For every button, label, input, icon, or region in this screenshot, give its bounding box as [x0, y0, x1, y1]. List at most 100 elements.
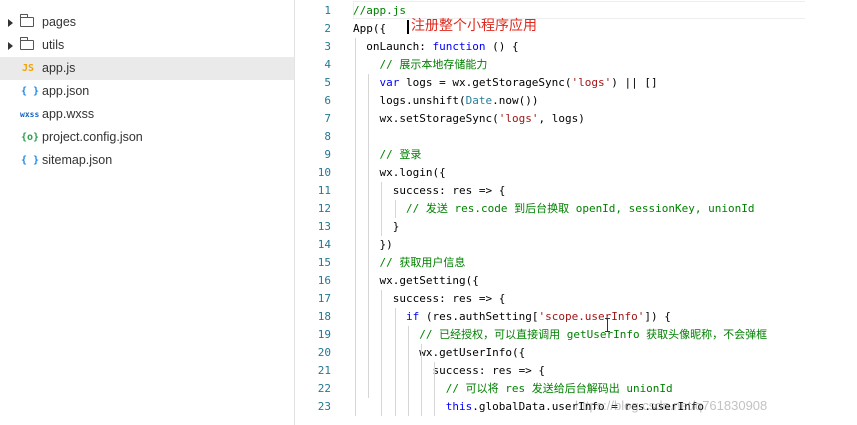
code-line: // 发送 res.code 到后台换取 openId, sessionKey,…: [353, 200, 755, 218]
line-number: 4: [324, 58, 331, 71]
tree-item[interactable]: {o} project.config.json: [0, 126, 294, 149]
code-line: App({: [353, 20, 386, 38]
tree-item-label: project.config.json: [42, 130, 143, 144]
code-line: }: [353, 218, 400, 236]
indent-guide: [421, 344, 423, 416]
code-token: // 可以将 res 发送给后台解码出 unionId: [353, 382, 673, 395]
line-number: 22: [317, 382, 331, 395]
line-number: 3: [324, 40, 331, 53]
tree-item-label: sitemap.json: [42, 153, 113, 167]
indent-guide: [394, 308, 396, 416]
code-token: // 展示本地存储能力: [353, 58, 488, 71]
line-number: 9: [324, 148, 331, 161]
file-type-icon: wxss: [20, 110, 40, 119]
tree-item-label: utils: [42, 38, 65, 52]
code-token: wx.setStorageSync(: [353, 112, 499, 125]
line-number: 5: [324, 76, 331, 89]
code-line: wx.getSetting({: [353, 272, 479, 290]
indent-guide: [381, 290, 383, 416]
code-token: wx.login({: [353, 166, 446, 179]
code-token: }): [353, 238, 393, 251]
line-number: 19: [317, 328, 331, 341]
code-line: //app.js: [353, 2, 406, 20]
code-line: // 展示本地存储能力: [353, 56, 487, 74]
code-line: // 登录: [353, 146, 421, 164]
folder-icon: [20, 37, 34, 50]
line-number: 20: [317, 346, 331, 359]
chevron-right-icon[interactable]: [8, 19, 13, 27]
indent-guide: [394, 200, 396, 218]
tree-item-label: app.json: [42, 84, 90, 98]
file-type-icon: {o}: [21, 132, 40, 143]
code-line: wx.setStorageSync('logs', logs): [353, 110, 584, 128]
code-token: if: [353, 310, 420, 323]
code-token: // 获取用户信息: [353, 256, 466, 269]
line-number: 16: [317, 274, 331, 287]
code-token: () {: [485, 40, 519, 53]
code-line: success: res => {: [353, 182, 506, 200]
indent-guide: [355, 38, 356, 416]
line-number: 18: [317, 310, 331, 323]
code-token: Date: [465, 94, 493, 107]
code-token: //app.js: [353, 4, 406, 17]
code-editor[interactable]: 1 2 3 4 5 6 7 8 9 10 11 12 13 14 15 16 17 18 19 20 21 22 23 //…: [295, 0, 857, 425]
chevron-right-icon[interactable]: [8, 42, 13, 50]
watermark: https://blog.csdn.net/q761830908: [575, 398, 768, 413]
code-line: if (res.authSetting['scope.userInfo']) {: [353, 308, 671, 326]
line-number: 17: [317, 292, 331, 305]
code-token: logs = wx.getStorageSync(: [399, 76, 572, 89]
code-token: onLaunch:: [353, 40, 433, 53]
tree-item-label: pages: [42, 15, 77, 29]
code-token: 'logs': [571, 76, 612, 89]
tree-item[interactable]: wxss app.wxss: [0, 103, 294, 126]
code-token: var: [353, 76, 400, 89]
line-number: 11: [317, 184, 331, 197]
line-number: 8: [324, 130, 331, 143]
code-token: App({: [353, 22, 387, 35]
code-line: // 已经授权，可以直接调用 getUserInfo 获取头像昵称，不会弹框: [353, 326, 767, 344]
code-token: // 发送 res.code 到后台换取 openId, sessionKey,…: [353, 202, 755, 215]
code-line: var logs = wx.getStorageSync('logs') || …: [353, 74, 657, 92]
code-token: 'logs': [498, 112, 539, 125]
annotation-text: 注册整个小程序应用: [411, 18, 537, 34]
tree-item[interactable]: JS app.js: [0, 57, 294, 80]
code-line: logs.unshift(Date.now()): [353, 92, 538, 110]
file-type-icon: JS: [22, 63, 35, 74]
line-number: 13: [317, 220, 331, 233]
indent-guide: [434, 362, 436, 416]
text-cursor: [407, 20, 409, 34]
code-token: ]) {: [644, 310, 671, 323]
line-number: 1: [324, 4, 331, 17]
indent-guide: [368, 74, 370, 398]
line-number: 23: [317, 400, 331, 413]
code-line: wx.login({: [353, 164, 446, 182]
code-line: }): [353, 236, 393, 254]
code-token: this: [353, 400, 473, 413]
code-token: function: [432, 40, 486, 53]
code-token: // 登录: [353, 148, 422, 161]
file-type-icon: { }: [21, 155, 40, 166]
code-token: }: [353, 220, 400, 233]
tree-item-label: app.js: [42, 61, 76, 75]
line-number: 14: [317, 238, 331, 251]
tree-item-label: app.wxss: [42, 107, 95, 121]
file-tree: pages utils JS app.js{ } app.json wxss app.wxs…: [0, 0, 295, 425]
tree-item[interactable]: { } sitemap.json: [0, 149, 294, 172]
file-type-icon: { }: [21, 86, 40, 97]
tree-item[interactable]: { } app.json: [0, 80, 294, 103]
line-number: 6: [324, 94, 331, 107]
code-line: success: res => {: [353, 290, 506, 308]
line-number: 21: [317, 364, 331, 377]
tree-item[interactable]: utils: [0, 34, 294, 57]
code-token: wx.getSetting({: [353, 274, 479, 287]
mouse-ibeam-cursor: [605, 318, 610, 332]
code-line: onLaunch: function () {: [353, 38, 519, 56]
folder-icon: [20, 14, 34, 27]
tree-item[interactable]: pages: [0, 11, 294, 34]
line-number: 15: [317, 256, 331, 269]
code-token: wx.getUserInfo({: [353, 346, 526, 359]
code-token: (res.authSetting[: [419, 310, 539, 323]
indent-guide: [407, 326, 409, 416]
code-token: logs.unshift(: [353, 94, 466, 107]
line-number-gutter: 1 2 3 4 5 6 7 8 9 10 11 12 13 14 15 16 17 18 19 20 21 22 23: [295, 0, 341, 425]
